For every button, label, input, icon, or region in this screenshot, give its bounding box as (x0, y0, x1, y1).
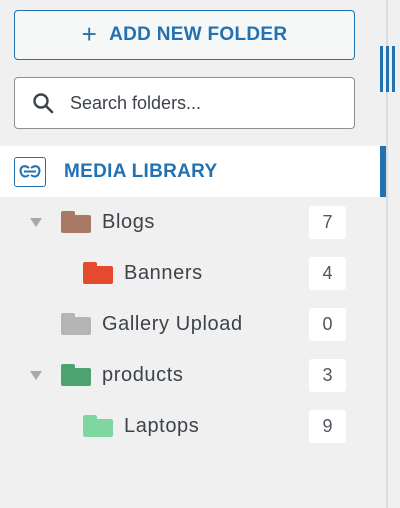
search-box (14, 77, 355, 129)
folder-icon (61, 211, 91, 233)
folder-icon (61, 364, 91, 386)
folder-name: products (102, 363, 184, 386)
plus-icon: + (81, 19, 98, 49)
add-new-folder-button[interactable]: + ADD NEW FOLDER (14, 10, 355, 60)
caret-down-icon[interactable] (30, 217, 42, 227)
folder-item-banners[interactable]: Banners 4 (0, 253, 386, 293)
folder-name: Laptops (124, 414, 200, 437)
add-new-folder-label: ADD NEW FOLDER (109, 24, 288, 45)
folder-icon (61, 313, 91, 335)
folder-count: 4 (309, 256, 346, 290)
folder-icon (83, 415, 113, 437)
folder-item-blogs[interactable]: Blogs 7 (0, 202, 386, 242)
folder-icon (83, 262, 113, 284)
folder-item-laptops[interactable]: Laptops 9 (0, 406, 386, 446)
media-library-item[interactable]: MEDIA LIBRARY (0, 146, 386, 197)
folder-name: Gallery Upload (102, 312, 243, 335)
folder-name: Banners (124, 261, 203, 284)
media-library-icon (14, 156, 46, 187)
caret-down-icon[interactable] (30, 370, 42, 380)
folder-count: 0 (309, 307, 346, 341)
search-icon (33, 93, 54, 114)
media-library-label: MEDIA LIBRARY (64, 160, 218, 182)
resize-handle[interactable] (380, 46, 398, 92)
folder-count: 9 (309, 409, 346, 443)
folder-count: 3 (309, 358, 346, 392)
folder-sidebar: + ADD NEW FOLDER MEDIA LIBRARY Blogs 7 (0, 0, 386, 508)
folder-count: 7 (309, 205, 346, 239)
folder-name: Blogs (102, 210, 156, 233)
search-folders-input[interactable] (68, 91, 354, 115)
folder-item-gallery-upload[interactable]: Gallery Upload 0 (0, 304, 386, 344)
folder-item-products[interactable]: products 3 (0, 355, 386, 395)
